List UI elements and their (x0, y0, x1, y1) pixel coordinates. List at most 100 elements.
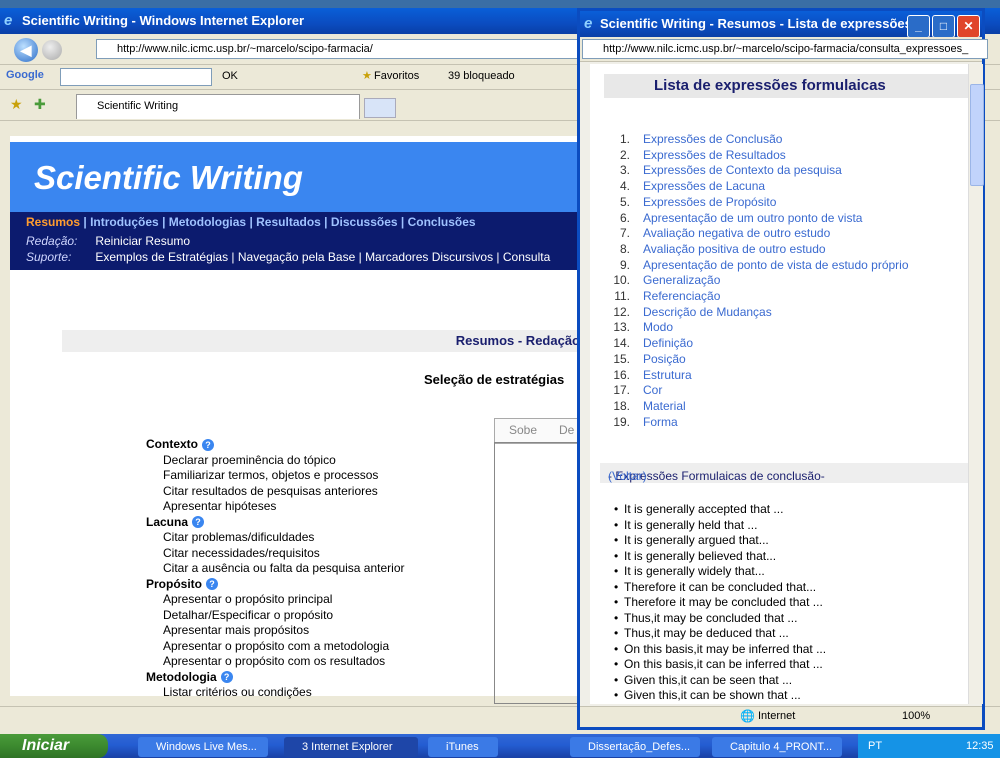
expression-category-link[interactable]: Apresentação de um outro ponto de vista (643, 211, 862, 225)
section-link-conclusoes[interactable]: Conclusões (408, 215, 476, 229)
minimize-button[interactable]: _ (907, 15, 930, 38)
list-number: 15. (613, 351, 630, 366)
help-icon[interactable]: ? (220, 671, 233, 684)
expression-category-link[interactable]: Modo (643, 320, 673, 334)
strategy-item[interactable]: Citar a ausência ou falta da pesquisa an… (163, 561, 404, 575)
taskbar-btn-itunes[interactable]: iTunes (428, 737, 498, 757)
site-banner: Scientific Writing (10, 142, 580, 212)
close-button[interactable]: ✕ (957, 15, 980, 38)
suporte-label: Suporte: (26, 250, 72, 264)
expression-item: It is generally believed that... (614, 549, 776, 563)
expression-category-link[interactable]: Expressões de Conclusão (643, 132, 782, 146)
popup-scrollbar[interactable] (968, 64, 984, 704)
expression-category-link[interactable]: Forma (643, 415, 678, 429)
list-number: 2. (619, 147, 630, 162)
expression-category-link[interactable]: Expressões de Contexto da pesquisa (643, 163, 842, 177)
help-icon[interactable]: ? (202, 438, 214, 451)
language-indicator[interactable]: PT (868, 734, 882, 758)
popup-title-bar[interactable]: e Scientific Writing - Resumos - Lista d… (580, 11, 982, 38)
suporte-links[interactable]: Exemplos de Estratégias | Navegação pela… (95, 250, 550, 264)
strategy-item[interactable]: Familiarizar termos, objetos e processos (163, 468, 378, 482)
expression-item: Therefore it may be concluded that ... (614, 595, 823, 609)
main-address-text: http://www.nilc.icmc.usp.br/~marcelo/sci… (117, 43, 373, 55)
expression-category-link[interactable]: Posição (643, 352, 686, 366)
expression-item: Given this,it can be shown that ... (614, 688, 801, 702)
expression-category-link[interactable]: Expressões de Propósito (643, 195, 776, 209)
expression-item: Thus,it may be deduced that ... (614, 626, 789, 640)
start-button[interactable]: Iniciar (0, 734, 108, 758)
tab-scientific-writing[interactable]: Scientific Writing (76, 94, 360, 119)
help-icon[interactable]: ? (192, 516, 205, 529)
maximize-button[interactable]: □ (932, 15, 955, 38)
popup-ie-logo-icon: e (584, 15, 593, 32)
start-label: Iniciar (22, 737, 70, 754)
tab-de[interactable]: De (559, 423, 574, 437)
google-logo: Google (6, 69, 44, 81)
main-window-title: Scientific Writing - Windows Internet Ex… (22, 13, 305, 28)
zoom-level[interactable]: 100% (902, 710, 930, 722)
clock: 12:35 (966, 740, 994, 752)
strategy-item[interactable]: Apresentar hipóteses (163, 499, 276, 513)
section-link-introducoes[interactable]: Introduções (90, 215, 159, 229)
popup-blocked-indicator[interactable]: 39 bloqueado (448, 70, 515, 82)
expression-category-link[interactable]: Definição (643, 336, 693, 350)
taskbar-btn-ie[interactable]: 3 Internet Explorer (284, 737, 418, 757)
popup-address-bar[interactable]: http://www.nilc.icmc.usp.br/~marcelo/sci… (582, 39, 988, 59)
expression-category-link[interactable]: Avaliação positiva de outro estudo (643, 242, 826, 256)
add-favorite-icon[interactable]: ✚ (34, 96, 46, 113)
back-button[interactable]: ◀ (14, 38, 38, 62)
list-number: 18. (613, 398, 630, 413)
strategy-item[interactable]: Detalhar/Especificar o propósito (163, 608, 333, 622)
strategy-item[interactable]: Declarar proeminência do tópico (163, 453, 336, 467)
favorites-button[interactable]: Favoritos (374, 70, 419, 82)
list-number: 8. (619, 241, 630, 256)
forward-button[interactable] (42, 40, 62, 60)
conclusion-subheading-bar: - Expressões Formulaicas de conclusão- (… (600, 463, 968, 483)
taskbar-btn-capitulo[interactable]: Capitulo 4_PRONT... (712, 737, 842, 757)
tab-label: Scientific Writing (97, 100, 179, 112)
tab-sobe[interactable]: Sobe (509, 423, 537, 437)
taskbar-btn-dissertacao[interactable]: Dissertação_Defes... (570, 737, 700, 757)
strategy-item[interactable]: Apresentar o propósito principal (163, 592, 332, 606)
strategy-item[interactable]: Citar resultados de pesquisas anteriores (163, 484, 378, 498)
popup-address-text: http://www.nilc.icmc.usp.br/~marcelo/sci… (603, 43, 969, 55)
strategy-item[interactable]: Apresentar o propósito com os resultados (163, 654, 385, 668)
reiniciar-resumo-link[interactable]: Reiniciar Resumo (95, 234, 190, 248)
internet-zone-icon: 🌐 (740, 709, 755, 723)
favorites-center-icon[interactable]: ★ (10, 96, 23, 113)
strategy-item[interactable]: Listar critérios ou condições (163, 685, 312, 699)
google-ok-button[interactable]: OK (222, 70, 238, 82)
strategy-item[interactable]: Apresentar o propósito com a metodologia (163, 639, 389, 653)
expression-category-link[interactable]: Apresentação de ponto de vista de estudo… (643, 258, 909, 272)
main-address-bar[interactable]: http://www.nilc.icmc.usp.br/~marcelo/sci… (96, 39, 588, 59)
section-link-resultados[interactable]: Resultados (256, 215, 321, 229)
strategy-item[interactable]: Citar necessidades/requisitos (163, 546, 320, 560)
strategy-group-name: Contexto (146, 437, 198, 451)
section-link-resumos[interactable]: Resumos (26, 215, 80, 229)
expression-category-link[interactable]: Generalização (643, 273, 720, 287)
expression-category-link[interactable]: Avaliação negativa de outro estudo (643, 226, 830, 240)
expression-category-link[interactable]: Expressões de Lacuna (643, 179, 765, 193)
section-link-discussoes[interactable]: Discussões (331, 215, 398, 229)
expression-category-link[interactable]: Expressões de Resultados (643, 148, 786, 162)
scrollbar-thumb[interactable] (970, 84, 984, 186)
google-search-input[interactable] (60, 68, 212, 86)
new-tab-button[interactable] (364, 98, 396, 118)
strategy-group-heading: Contexto? (146, 437, 214, 451)
system-tray: PT 12:35 (858, 734, 1000, 758)
expression-item: It is generally argued that... (614, 533, 769, 547)
strategy-item[interactable]: Citar problemas/dificuldades (163, 530, 314, 544)
expression-category-link[interactable]: Cor (643, 383, 662, 397)
strategy-item[interactable]: Apresentar mais propósitos (163, 623, 309, 637)
expression-category-link[interactable]: Material (643, 399, 686, 413)
section-link-metodologias[interactable]: Metodologias (169, 215, 246, 229)
taskbar-btn-messenger[interactable]: Windows Live Mes... (138, 737, 268, 757)
help-icon[interactable]: ? (206, 578, 218, 591)
expression-category-link[interactable]: Referenciação (643, 289, 720, 303)
expressions-heading-bar: Lista de expressões formulaicas (604, 74, 968, 98)
voltar-link[interactable]: (Voltar) (608, 469, 647, 483)
expression-item: Given this,it can be seen that ... (614, 673, 792, 687)
expression-category-link[interactable]: Estrutura (643, 368, 692, 382)
expression-item: It is generally accepted that ... (614, 502, 783, 516)
expression-category-link[interactable]: Descrição de Mudanças (643, 305, 772, 319)
